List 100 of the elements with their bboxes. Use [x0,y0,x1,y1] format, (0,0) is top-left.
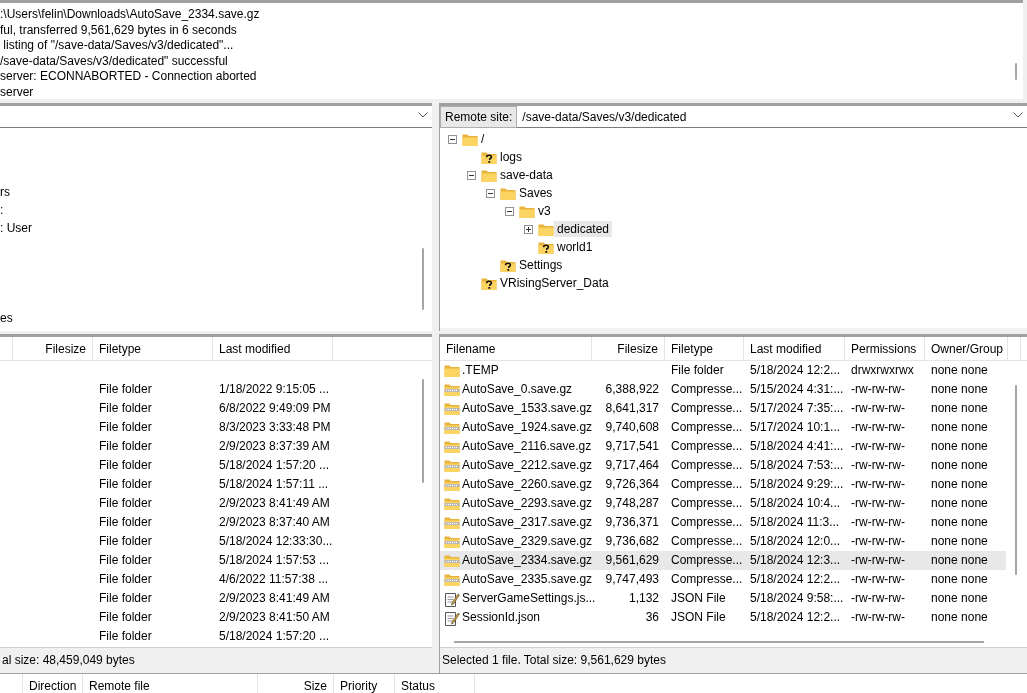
file-row[interactable]: AutoSave_1533.save.gz 8,641,317 Compresse... 5/17/2024 7:35:... -rw-rw-rw- none none [440,399,1006,418]
tree-item[interactable]: v3 [535,203,554,219]
tree-item[interactable]: Saves [516,185,556,201]
collapse-icon[interactable] [486,188,495,198]
remote-path-dropdown[interactable]: /save-data/Saves/v3/dedicated [517,106,1027,128]
file-row[interactable]: AutoSave_2334.save.gz 9,561,629 Compresse... 5/18/2024 12:3... -rw-rw-rw- none none [440,551,1006,570]
scrollbar-thumb[interactable] [1015,385,1017,575]
table-cell: Compresse... [671,401,743,415]
table-cell-text: File folder [98,457,153,474]
log-line: ful, transferred 9,561,629 bytes in 6 seconds [0,22,237,39]
file-row[interactable]: AutoSave_1924.save.gz 9,740,608 Compresse... 5/17/2024 10:1... -rw-rw-rw- none none [440,418,1006,437]
collapse-icon[interactable] [467,170,476,180]
table-cell-text: 2/9/2023 8:37:40 AM [218,514,331,531]
local-path-dropdown[interactable] [0,106,432,128]
table-cell: -rw-rw-rw- [851,591,905,605]
table-cell: none none [931,572,988,586]
scrollbar-thumb[interactable] [1015,63,1017,80]
file-name: AutoSave_0.save.gz [462,381,573,398]
file-name: .TEMP [462,362,499,379]
table-cell-text: 5/18/2024 1:57:53 ... [218,552,331,569]
table-cell-text: File folder [98,609,153,626]
expand-icon[interactable] [524,224,533,234]
table-cell: 9,747,493 [605,572,659,586]
table-cell: 5/18/2024 12:3... [750,553,841,567]
file-row[interactable]: .TEMP File folder 5/18/2024 12:2... drwxrwxrwx none none [440,361,1006,380]
tree-item[interactable]: dedicated [554,221,613,237]
table-cell: Compresse... [671,382,743,396]
table-cell: 9,748,287 [605,496,659,510]
archive-folder-icon [444,515,460,530]
file-name: AutoSave_2334.save.gz [462,552,593,569]
column-header[interactable]: Filesize [592,337,665,360]
table-cell: Compresse... [671,496,743,510]
table-cell: Compresse... [671,515,743,529]
tree-item[interactable]: : [0,201,4,219]
table-cell: none none [931,496,988,510]
tree-item[interactable]: world1 [554,239,596,255]
collapse-icon[interactable] [448,134,457,144]
tree-item[interactable]: rs [0,183,10,201]
column-header[interactable]: Filesize [13,337,93,360]
file-row[interactable]: AutoSave_2212.save.gz 9,717,464 Compresse... 5/18/2024 7:53:... -rw-rw-rw- none none [440,456,1006,475]
table-cell: -rw-rw-rw- [851,572,905,586]
scrollbar-thumb[interactable] [422,379,424,483]
table-cell: 9,561,629 [605,553,659,567]
column-header[interactable]: Direction [23,674,83,693]
column-header[interactable]: Last modified [213,337,333,360]
archive-folder-icon [444,572,460,587]
table-cell-text: File folder [98,400,153,417]
tree-item[interactable]: VRisingServer_Data [497,275,612,291]
column-header[interactable]: Status [395,674,475,693]
file-row[interactable]: AutoSave_0.save.gz 6,388,922 Compresse... 5/15/2024 4:31:... -rw-rw-rw- none none [440,380,1006,399]
tree-item[interactable]: logs [497,149,525,165]
table-cell: 5/18/2024 7:53:... [750,458,844,472]
horizontal-scrollbar-thumb[interactable] [454,641,984,643]
log-line: :\Users\felin\Downloads\AutoSave_2334.save.gz [0,7,260,23]
column-header[interactable]: Filename [440,337,592,360]
archive-folder-icon [444,382,460,397]
file-name: AutoSave_1533.save.gz [462,400,593,417]
tree-item[interactable]: save-data [497,167,556,183]
tree-item[interactable]: : User [0,219,32,237]
table-cell: 9,726,364 [605,477,659,491]
table-cell: JSON File [671,591,726,605]
file-name: AutoSave_2335.save.gz [462,571,593,588]
column-header[interactable]: Size [258,674,334,693]
file-row[interactable]: AutoSave_2317.save.gz 9,736,371 Compresse... 5/18/2024 11:3... -rw-rw-rw- none none [440,513,1006,532]
column-header[interactable]: Last modified [744,337,845,360]
table-cell: 5/18/2024 11:3... [750,515,840,529]
path-text: /save-data/Saves/v3/dedicated [522,108,687,126]
collapse-icon[interactable] [505,206,514,216]
file-row[interactable]: AutoSave_2260.save.gz 9,726,364 Compresse... 5/18/2024 9:29:... -rw-rw-rw- none none [440,475,1006,494]
table-cell-text: File folder [98,476,153,493]
table-cell: Compresse... [671,458,743,472]
tree-item[interactable]: / [478,131,488,147]
table-cell: -rw-rw-rw- [851,420,905,434]
column-header[interactable]: Permissions [845,337,925,360]
file-row[interactable]: SessionId.json 36 JSON File 5/18/2024 12:2... -rw-rw-rw- none none [440,608,1006,627]
table-cell: -rw-rw-rw- [851,439,905,453]
document-icon [444,609,460,626]
table-cell: 36 [645,610,659,624]
tree-item[interactable]: Settings [516,257,566,273]
archive-folder-icon [444,401,460,416]
caret-icon [418,112,428,118]
file-row[interactable]: ServerGameSettings.js... 1,132 JSON File 5/18/2024 9:58:... -rw-rw-rw- none none [440,589,1006,608]
column-header[interactable]: Remote file [83,674,258,693]
column-header[interactable]: Filetype [665,337,744,360]
file-row[interactable]: AutoSave_2116.save.gz 9,717,541 Compresse... 5/18/2024 4:41:... -rw-rw-rw- none none [440,437,1006,456]
column-header[interactable]: Owner/Group [925,337,1008,360]
table-cell: -rw-rw-rw- [851,496,905,510]
file-row[interactable]: AutoSave_2329.save.gz 9,736,682 Compresse... 5/18/2024 12:0... -rw-rw-rw- none none [440,532,1006,551]
document-icon [444,590,460,607]
scrollbar-thumb[interactable] [422,248,424,310]
column-header[interactable]: Filetype [93,337,213,360]
table-cell-text: File folder [98,438,153,455]
table-cell: none none [931,534,988,548]
tree-item[interactable]: es [0,309,13,327]
table-cell: 5/18/2024 9:29:... [750,477,844,491]
file-row[interactable]: AutoSave_2293.save.gz 9,748,287 Compresse... 5/18/2024 10:4... -rw-rw-rw- none none [440,494,1006,513]
column-header[interactable]: Priority [334,674,395,693]
table-cell: 1,132 [628,591,659,605]
file-row[interactable]: AutoSave_2335.save.gz 9,747,493 Compresse... 5/18/2024 12:2... -rw-rw-rw- none none [440,570,1006,589]
table-cell-text: 5/18/2024 1:57:11 ... [218,476,330,493]
